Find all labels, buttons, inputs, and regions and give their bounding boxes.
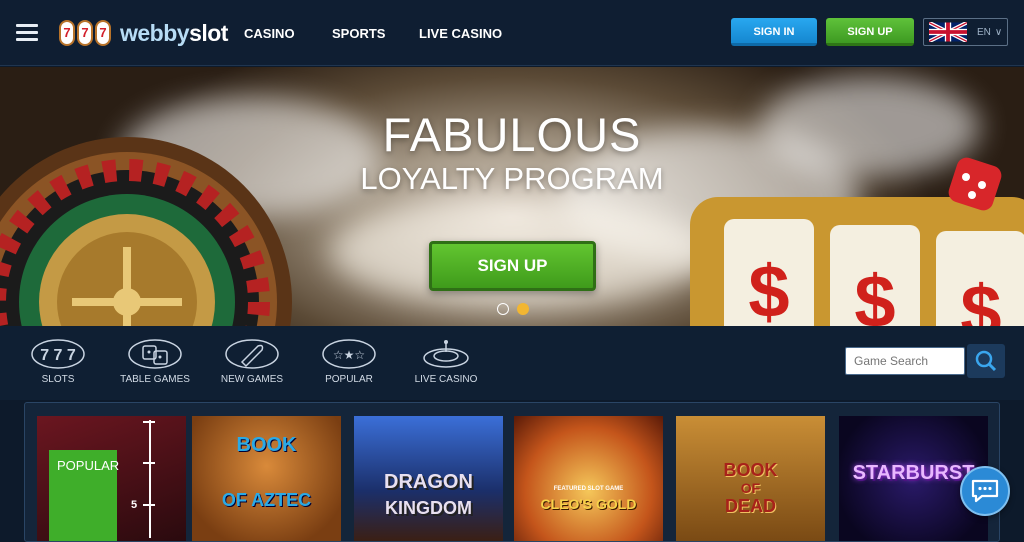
hero-banner[interactable]: $ $ $ FABULOUS LOYALTY PROGRAM SIGN UP [0, 67, 1024, 326]
category-new-games[interactable]: NEW GAMES [220, 338, 284, 385]
nav-casino[interactable]: CASINO [244, 26, 295, 41]
slot-machine-reels-image: $ $ $ [690, 197, 1024, 326]
hero-title: FABULOUS [382, 108, 642, 161]
game-title-line1: BOOK [236, 434, 297, 456]
scale-value: 5 [131, 499, 138, 511]
category-label: LIVE CASINO [414, 374, 478, 385]
sign-up-button[interactable]: SIGN UP [826, 18, 914, 46]
site-logo[interactable]: 777 webbyslot [56, 8, 228, 58]
game-card-cleos-gold[interactable]: FEATURED SLOT GAME CLEO'S GOLD [514, 416, 663, 541]
hamburger-menu-icon[interactable] [16, 24, 38, 42]
game-featured-label: FEATURED SLOT GAME [553, 486, 624, 492]
svg-text:7 7 7: 7 7 7 [40, 347, 76, 364]
logo-777-icon: 777 [56, 10, 114, 56]
live-chat-button[interactable] [960, 466, 1010, 516]
logo-text-slot: slot [189, 19, 228, 46]
chevron-down-icon: ∨ [994, 26, 1003, 38]
slots-icon: 7 7 7 [31, 339, 85, 369]
stars-icon: ☆★☆ [322, 339, 376, 369]
scale-bar [149, 420, 151, 538]
game-card-book-of-dead[interactable]: BOOK OF DEAD [676, 416, 825, 541]
hero-subtitle: LOYALTY PROGRAM [360, 161, 664, 196]
game-search-input[interactable] [845, 347, 965, 375]
game-card[interactable]: POPULAR 5 [37, 416, 186, 541]
category-live-casino[interactable]: LIVE CASINO [414, 338, 478, 385]
rocket-icon [225, 339, 279, 369]
category-label: TABLE GAMES [120, 374, 190, 385]
popular-badge: POPULAR [49, 450, 119, 541]
category-popular[interactable]: ☆★☆ POPULAR [320, 338, 378, 385]
search-button[interactable] [967, 344, 1005, 378]
game-title-line1: DRAGON [384, 471, 473, 493]
category-label: SLOTS [41, 374, 75, 385]
dice-icon [128, 339, 182, 369]
svg-text:$: $ [854, 260, 895, 326]
game-title-line2: OF AZTEC [221, 490, 312, 510]
svg-text:$: $ [960, 270, 1001, 326]
language-selector[interactable]: EN ∨ [923, 18, 1008, 46]
nav-live-casino[interactable]: LIVE CASINO [419, 26, 502, 41]
category-label: POPULAR [325, 374, 373, 385]
language-code: EN [977, 26, 991, 38]
game-grid: POPULAR 5 BOOK OF AZTEC DRAGON KINGDOM F… [24, 402, 1000, 542]
slide-dot-1[interactable] [497, 303, 509, 315]
category-slots[interactable]: 7 7 7 SLOTS [30, 338, 86, 385]
scale-tick [143, 462, 155, 464]
game-title-line1: BOOK [723, 460, 778, 480]
roulette-icon [423, 340, 469, 368]
slide-dot-2-active[interactable] [517, 303, 529, 315]
game-title-line3: DEAD [724, 496, 776, 516]
search-icon [975, 350, 997, 372]
hero-sign-up-button[interactable]: SIGN UP [429, 241, 596, 291]
scale-tick [143, 504, 155, 506]
svg-text:$: $ [748, 250, 789, 326]
nav-sports[interactable]: SPORTS [332, 26, 385, 41]
game-title: CLEO'S GOLD [540, 496, 637, 512]
game-card-book-of-aztec[interactable]: BOOK OF AZTEC [192, 416, 341, 541]
game-title-line2: KINGDOM [385, 498, 472, 518]
game-card-dragon-kingdom[interactable]: DRAGON KINGDOM [354, 416, 503, 541]
game-title-line2: OF [740, 480, 761, 496]
category-label: NEW GAMES [220, 374, 284, 385]
chat-icon [971, 479, 999, 503]
sign-in-button[interactable]: SIGN IN [731, 18, 817, 46]
scale-tick [143, 421, 155, 423]
category-table-games[interactable]: TABLE GAMES [120, 338, 190, 385]
svg-text:☆★☆: ☆★☆ [333, 348, 365, 362]
uk-flag-icon [929, 22, 967, 42]
logo-text-webby: webby [120, 19, 190, 46]
top-bar: 777 webbyslot CASINO SPORTS LIVE CASINO … [0, 0, 1024, 66]
